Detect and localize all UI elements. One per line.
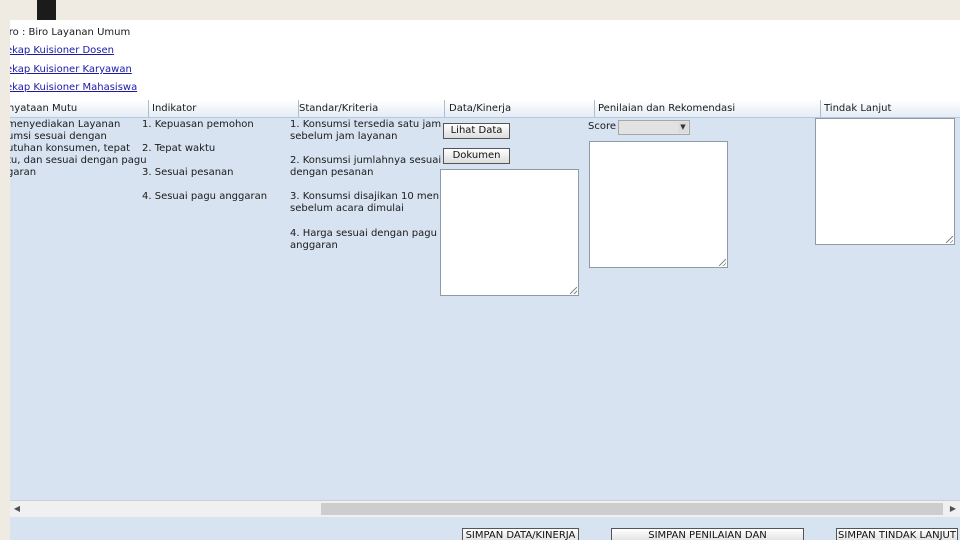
indikator-item-2: 2. Tepat waktu [142,143,216,154]
standar-item-4: 4. Harga sesuai dengan pagu anggaran [290,228,437,251]
header-data-kinerja: Data/Kinerja [449,100,595,117]
pernyataan-mutu-text: menyediakan Layanan umsi sesuai dengan u… [10,119,147,178]
save-tindak-lanjut-button[interactable]: SIMPAN TINDAK LANJUT [836,528,958,540]
embedded-screenshot: iro : Biro Layanan Umum ekap Kuisioner D… [10,20,960,540]
link-rekap-kuisioner-mahasiswa[interactable]: ekap Kuisioner Mahasiswa [10,82,137,93]
save-data-kinerja-button[interactable]: SIMPAN DATA/KINERJA [462,528,579,540]
header-indikator: Indikator [149,100,299,117]
penilaian-rekomendasi-textarea[interactable] [589,141,728,268]
header-pernyataan-mutu: rnyataan Mutu [10,100,149,117]
standar-item-3: 3. Konsumsi disajikan 10 menit sebelum a… [290,191,446,214]
horizontal-scrollbar[interactable]: ◀ ▶ [10,500,960,517]
score-select[interactable]: ▼ [618,120,690,135]
table-header: rnyataan Mutu Indikator Standar/Kriteria… [10,100,960,118]
indikator-item-3: 3. Sesuai pesanan [142,167,234,178]
link-rekap-kuisioner-karyawan[interactable]: ekap Kuisioner Karyawan [10,64,132,75]
resize-grip-icon [946,236,953,243]
data-kinerja-textarea[interactable] [440,169,579,296]
scroll-left-icon[interactable]: ◀ [10,501,24,517]
scroll-right-icon[interactable]: ▶ [946,501,960,517]
save-penilaian-button[interactable]: SIMPAN PENILAIAN DAN REKOMENDASI [611,528,804,540]
header-penilaian-rekomendasi: Penilaian dan Rekomendasi [598,100,821,117]
slide-top-bar [37,0,56,20]
dropdown-arrow-icon: ▼ [678,122,688,133]
score-label: Score [588,121,617,132]
header-tindak-lanjut: Tindak Lanjut [824,103,892,114]
scrollbar-thumb[interactable] [321,503,943,515]
link-rekap-kuisioner-dosen[interactable]: ekap Kuisioner Dosen [10,45,114,56]
standar-item-2: 2. Konsumsi jumlahnya sesuai dengan pesa… [290,155,442,178]
dokumen-button[interactable]: Dokumen [443,148,510,164]
resize-grip-icon [719,259,726,266]
indikator-item-4: 4. Sesuai pagu anggaran [142,191,268,202]
tindak-lanjut-textarea[interactable] [815,118,955,245]
indikator-item-1: 1. Kepuasan pemohon [142,119,254,130]
top-area: iro : Biro Layanan Umum ekap Kuisioner D… [10,20,960,100]
lihat-data-button[interactable]: Lihat Data [443,123,510,139]
main-table-area: rnyataan Mutu Indikator Standar/Kriteria… [10,100,960,540]
header-standar-kriteria: Standar/Kriteria [299,100,445,117]
resize-grip-icon [570,287,577,294]
standar-item-1: 1. Konsumsi tersedia satu jam sebelum ja… [290,119,442,142]
biro-label: iro : Biro Layanan Umum [10,27,131,38]
